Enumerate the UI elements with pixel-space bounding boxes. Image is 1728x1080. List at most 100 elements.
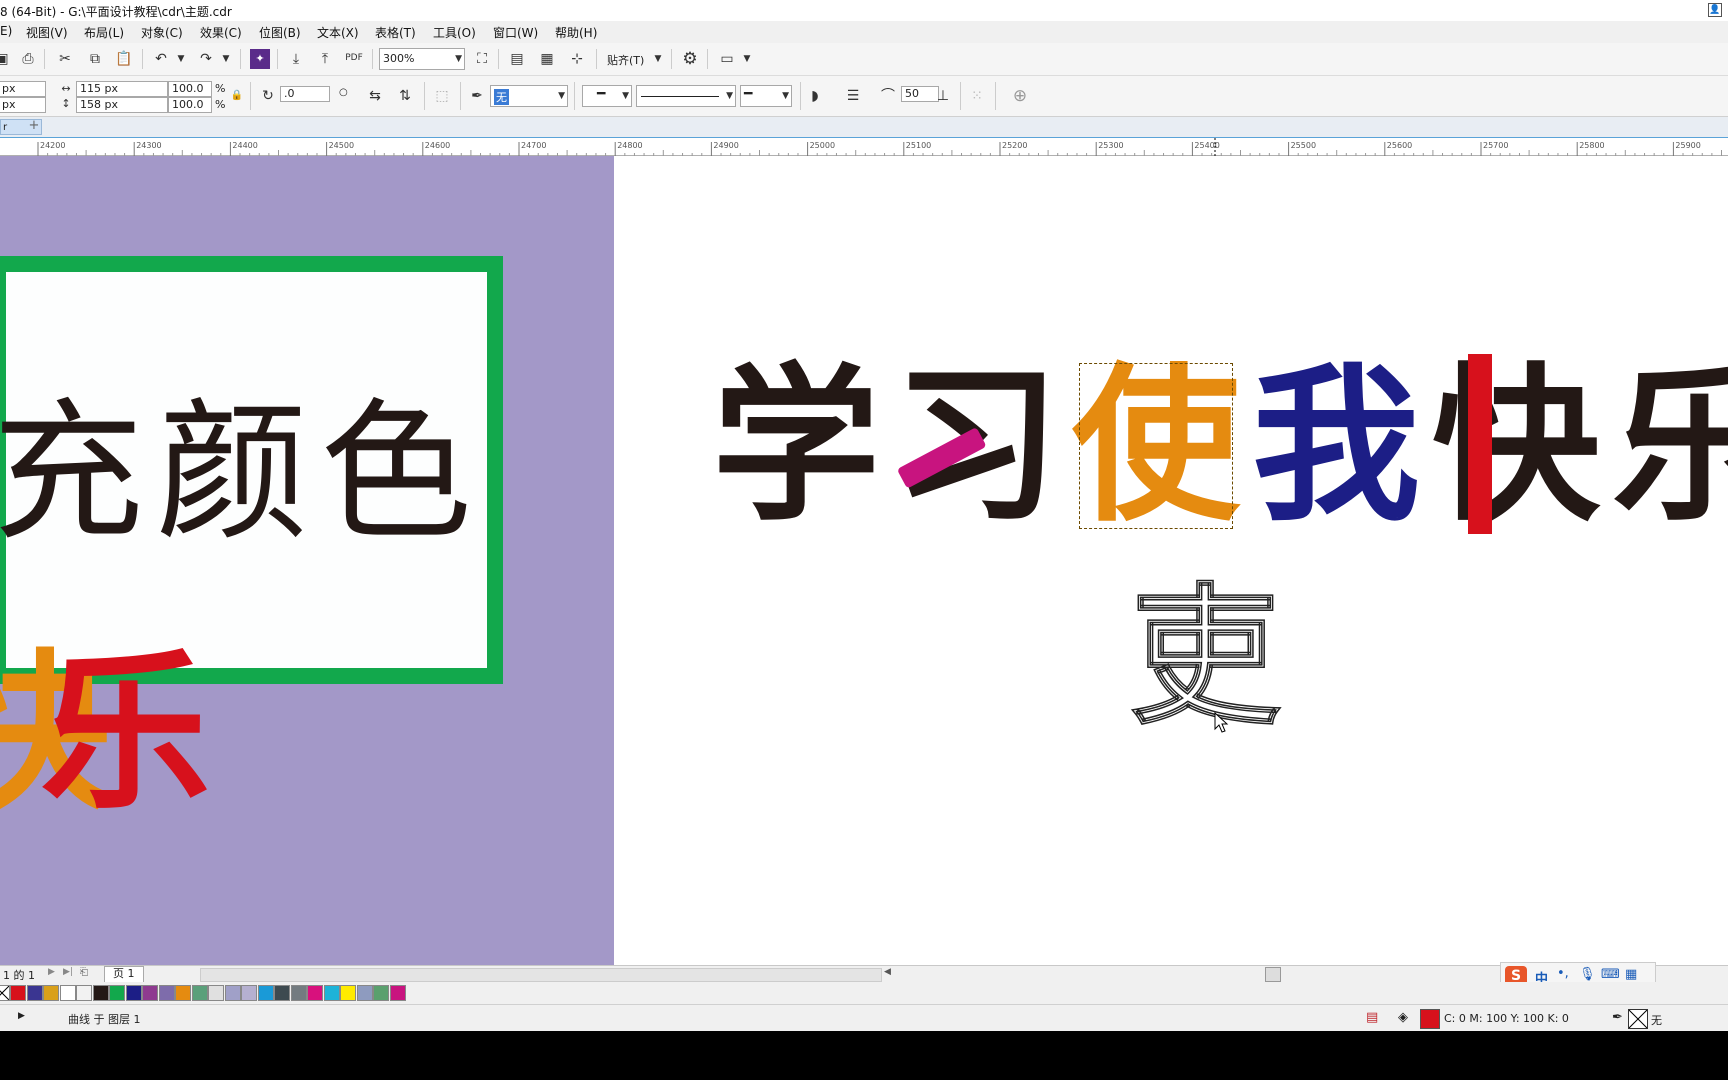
punctuation-icon[interactable]: •, xyxy=(1557,966,1569,981)
menu-layout[interactable]: 布局(L) xyxy=(84,24,124,41)
headline-char-3-selected[interactable]: 使 xyxy=(1072,356,1240,536)
snap-to-label[interactable]: 贴齐(T) xyxy=(607,52,644,68)
add-icon[interactable]: ⊕ xyxy=(1010,86,1030,106)
menu-view[interactable]: 视图(V) xyxy=(26,24,68,41)
undo-icon[interactable]: ↶ xyxy=(151,49,171,69)
headline-char-6[interactable]: 乐 xyxy=(1612,356,1728,536)
palette-swatch[interactable] xyxy=(158,985,175,1001)
no-color-swatch[interactable] xyxy=(0,985,10,1001)
undo-dropdown-icon[interactable]: ▼ xyxy=(176,49,186,69)
y-position-field[interactable]: px xyxy=(0,97,46,113)
horizontal-ruler[interactable]: 24200 24300 24400 24500 24600 24700 24800 24900… xyxy=(0,137,1728,156)
palette-swatch[interactable] xyxy=(373,985,389,1001)
red-stroke-shape[interactable] xyxy=(1468,354,1492,534)
snap-dropdown-icon[interactable]: ▼ xyxy=(653,49,663,69)
print-icon[interactable]: ⎙ xyxy=(18,49,38,69)
paste-icon[interactable]: 📋 xyxy=(114,49,134,69)
palette-swatch[interactable] xyxy=(191,985,208,1001)
palette-swatch[interactable] xyxy=(290,985,307,1001)
show-grid-icon[interactable]: ▦ xyxy=(537,49,557,69)
object-height-field[interactable]: 158 px xyxy=(76,97,168,113)
end-arrowhead-combo[interactable]: ━ ▼ xyxy=(740,85,792,107)
cut-icon[interactable]: ✂ xyxy=(55,49,75,69)
wrap-text-icon[interactable]: ☰ xyxy=(843,86,863,106)
redo-dropdown-icon[interactable]: ▼ xyxy=(221,49,231,69)
menu-help[interactable]: 帮助(H) xyxy=(555,24,597,41)
rotate-icon[interactable]: ↻ xyxy=(258,86,278,106)
menu-text[interactable]: 文本(X) xyxy=(317,24,359,41)
start-arrowhead-combo[interactable]: ━ ▼ xyxy=(582,85,632,107)
menu-window[interactable]: 窗口(W) xyxy=(493,24,538,41)
import-icon[interactable]: ⤓ xyxy=(286,49,306,69)
page-tab[interactable]: 页 1 xyxy=(104,966,144,983)
last-page-icon[interactable]: ▶| xyxy=(63,967,73,977)
palette-swatch[interactable] xyxy=(241,985,257,1001)
rotation-angle-field[interactable]: .0 xyxy=(280,86,330,102)
palette-swatch[interactable] xyxy=(356,985,373,1001)
show-rulers-icon[interactable]: ▤ xyxy=(507,49,527,69)
palette-swatch[interactable] xyxy=(59,985,76,1001)
menu-file-fragment[interactable]: E) xyxy=(0,24,12,38)
mirror-vertical-icon[interactable]: ⇅ xyxy=(395,86,415,106)
palette-swatch[interactable] xyxy=(142,985,158,1001)
options-gear-icon[interactable]: ⚙ xyxy=(680,49,700,69)
bottom-char-2[interactable]: 乐 xyxy=(40,644,210,824)
next-page-icon[interactable]: ▶ xyxy=(48,967,55,977)
palette-swatch[interactable] xyxy=(257,985,274,1001)
fill-color-swatch[interactable] xyxy=(1420,1009,1440,1029)
drawing-canvas[interactable]: 充颜色 学 习 使 我 快 乐 吏 快 乐 xyxy=(0,156,1728,965)
publish-pdf-icon[interactable]: PDF xyxy=(344,48,364,68)
menu-effects[interactable]: 效果(C) xyxy=(200,24,242,41)
expand-arrow-icon[interactable]: ▶ xyxy=(18,1011,25,1021)
outline-pen-icon[interactable]: ✒ xyxy=(467,86,487,106)
outline-char-copy[interactable]: 吏 xyxy=(1129,577,1281,739)
redo-icon[interactable]: ↷ xyxy=(196,49,216,69)
close-curve-icon[interactable]: ◗ xyxy=(805,86,825,106)
scale-y-field[interactable]: 100.0 xyxy=(168,97,212,113)
palette-swatch[interactable] xyxy=(109,985,125,1001)
palette-swatch[interactable] xyxy=(10,985,26,1001)
palette-swatch[interactable] xyxy=(76,985,92,1001)
headline-char-1[interactable]: 学 xyxy=(712,356,880,536)
export-icon[interactable]: ⤒ xyxy=(315,49,335,69)
add-page-icon[interactable]: ⎗ xyxy=(80,967,88,978)
disabled-tool-icon[interactable]: ⁙ xyxy=(967,86,987,106)
show-guidelines-icon[interactable]: ⊹ xyxy=(567,49,587,69)
object-width-field[interactable]: 115 px xyxy=(76,81,168,97)
palette-swatch[interactable] xyxy=(43,985,59,1001)
outline-none-swatch[interactable] xyxy=(1628,1009,1648,1029)
palette-swatch[interactable] xyxy=(224,985,241,1001)
menu-object[interactable]: 对象(C) xyxy=(141,24,183,41)
palette-swatch[interactable] xyxy=(208,985,224,1001)
scale-x-field[interactable]: 100.0 xyxy=(168,81,212,97)
menu-table[interactable]: 表格(T) xyxy=(375,24,416,41)
palette-swatch[interactable] xyxy=(175,985,191,1001)
palette-swatch[interactable] xyxy=(307,985,323,1001)
palette-swatch[interactable] xyxy=(323,985,340,1001)
green-box-text[interactable]: 充颜色 xyxy=(0,388,484,558)
scroll-left-icon[interactable]: ◀ xyxy=(884,967,891,977)
color-proof-icon[interactable]: ▤ xyxy=(1366,1010,1378,1025)
headline-char-4[interactable]: 我 xyxy=(1252,356,1420,536)
new-tab-plus-icon[interactable]: + xyxy=(26,119,42,135)
outline-pen-icon[interactable]: ✒ xyxy=(1612,1010,1623,1025)
palette-swatch[interactable] xyxy=(274,985,290,1001)
user-icon[interactable]: 👤 xyxy=(1708,3,1722,17)
smoothing-slider-icon[interactable]: ⊥ xyxy=(933,86,953,106)
application-launcher-icon[interactable]: ▭ xyxy=(717,49,737,69)
smoothing-icon[interactable]: ⌒ xyxy=(878,86,898,106)
menu-tools[interactable]: 工具(O) xyxy=(433,24,476,41)
save-icon[interactable]: ▣ xyxy=(0,49,12,69)
keyboard-icon[interactable]: ⌨ xyxy=(1601,967,1620,982)
palette-swatch[interactable] xyxy=(92,985,109,1001)
launcher-dropdown-icon[interactable]: ▼ xyxy=(742,49,752,69)
palette-swatch[interactable] xyxy=(125,985,142,1001)
palette-swatch[interactable] xyxy=(389,985,406,1001)
lock-ratio-icon[interactable]: 🔒 xyxy=(227,86,247,106)
mirror-horizontal-icon[interactable]: ⇆ xyxy=(365,86,385,106)
convert-to-curves-icon[interactable]: ⬚ xyxy=(432,86,452,106)
headline-char-5[interactable]: 快 xyxy=(1432,356,1600,536)
full-screen-icon[interactable]: ⛶ xyxy=(472,49,492,69)
zoom-level-combo[interactable]: 300% ▼ xyxy=(379,48,465,70)
outline-color-combo[interactable]: 无 ▼ xyxy=(490,85,568,107)
